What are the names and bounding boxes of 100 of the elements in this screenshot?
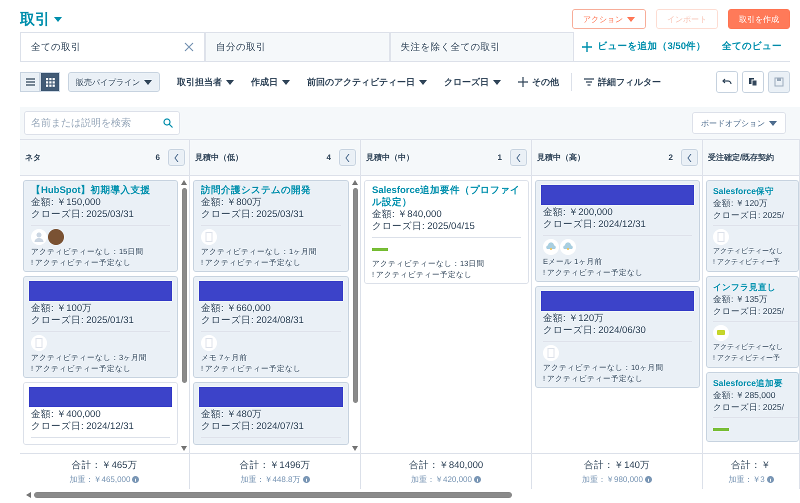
caret-icon [282, 80, 290, 84]
collapse-button[interactable] [681, 149, 698, 166]
column-name: 見積中（低） [195, 152, 244, 163]
document-icon [713, 229, 729, 245]
collapse-button[interactable] [510, 149, 527, 166]
more-filters-button[interactable]: その他 [518, 76, 559, 88]
grid-icon [46, 78, 54, 86]
close-date: クローズ日: 2025/ [713, 305, 784, 317]
scroll-down-arrow-icon [181, 446, 187, 451]
info-icon [302, 476, 310, 482]
undo-button[interactable] [716, 71, 738, 93]
deal-amount: 金額: ￥840,000 [372, 209, 442, 221]
caret-icon [627, 16, 635, 22]
deal-amount: 金額: ￥150,000 [31, 197, 101, 209]
scroll-up-arrow-icon [181, 180, 187, 185]
add-view-button[interactable]: ビューを追加（3/50件） [574, 32, 714, 61]
list-view-toggle[interactable] [20, 72, 40, 92]
filter-dropdown[interactable]: 取引担当者 [177, 76, 234, 88]
deal-amount: 金額: ￥800万 [201, 197, 262, 209]
chevron-left-icon [687, 154, 692, 162]
logo-icon [713, 325, 729, 341]
close-date: クローズ日: 2024/08/31 [201, 315, 304, 327]
undo-icon [722, 77, 732, 87]
deal-card[interactable]: 金額: ￥480万 クローズ日: 2024/07/31 [193, 382, 349, 445]
deal-card[interactable]: 金額: ￥400,000 クローズ日: 2024/12/31 [23, 382, 178, 445]
advanced-filter-button[interactable]: 詳細フィルター [584, 76, 661, 88]
weighted-total: 加重：￥420,000 [411, 474, 481, 484]
deal-count: 6 [156, 153, 160, 162]
column-total: 合計：￥1496万 [239, 458, 311, 472]
copy-button[interactable] [742, 71, 764, 93]
page-title[interactable]: 取引 [20, 10, 62, 28]
deal-amount: 金額: ￥200,000 [543, 207, 613, 219]
view-tab[interactable]: 失注を除く全ての取引 [390, 32, 574, 61]
weighted-total: 加重：￥980,000 [582, 474, 652, 484]
close-icon [184, 42, 194, 52]
filter-dropdown[interactable]: 作成日 [251, 76, 290, 88]
column-total: 合計：￥ [731, 458, 771, 472]
info-icon [766, 476, 774, 482]
close-date: クローズ日: 2025/ [713, 401, 784, 413]
view-tab[interactable]: 全ての取引 [20, 32, 205, 61]
deal-amount: 金額: ￥120万 [543, 313, 604, 325]
caret-icon [144, 80, 152, 84]
board-options-button[interactable]: ボードオプション [692, 112, 786, 134]
plus-icon [518, 77, 528, 87]
deal-amount: 金額: ￥100万 [31, 303, 92, 315]
list-icon [26, 78, 34, 86]
bar-logo-icon [713, 428, 729, 430]
board-view-toggle[interactable] [40, 72, 60, 92]
deal-count: 1 [498, 153, 502, 162]
photo-placeholder [48, 229, 64, 245]
chevron-left-icon [516, 154, 521, 162]
deal-amount: 金額: ￥120万 [713, 197, 768, 209]
person-avatar-icon [31, 229, 47, 245]
close-date: クローズ日: 2024/06/30 [543, 325, 646, 337]
column-total: 合計：￥840,000 [408, 458, 484, 472]
column-total: 合計：￥465万 [72, 458, 138, 472]
collapse-button[interactable] [339, 149, 356, 166]
close-date: クローズ日: 2025/ [713, 209, 784, 221]
scroll-left-arrow-icon [26, 492, 31, 498]
all-views-link[interactable]: 全てのビュー [714, 32, 790, 61]
view-tab[interactable]: 自分の取引 [204, 32, 390, 61]
pipeline-dropdown[interactable]: 販売パイプライン [68, 72, 160, 92]
column-total: 合計：￥140万 [584, 458, 650, 472]
caret-icon [493, 80, 501, 84]
info-icon [474, 476, 481, 482]
close-date: クローズ日: 2024/07/31 [201, 421, 304, 433]
filter-dropdown[interactable]: クローズ日 [444, 76, 501, 88]
column-name: 受注確定/既存契約 [708, 152, 776, 163]
scroll-up-arrow-icon [352, 180, 358, 185]
deal-card[interactable]: Salesforce追加要 金額: ￥285,000 クローズ日: 2025/ [706, 372, 799, 442]
weighted-total: 加重：￥448.8万 [240, 474, 310, 484]
collapse-button[interactable] [168, 149, 185, 166]
document-icon [201, 229, 217, 245]
document-icon [201, 335, 217, 351]
save-icon [774, 77, 784, 87]
caret-icon [226, 80, 234, 84]
close-date: クローズ日: 2025/04/15 [372, 221, 475, 233]
deal-title[interactable]: Salesforce追加要件（プロファイル設定） [372, 185, 521, 209]
column-name: 見積中（高） [537, 152, 586, 163]
deal-amount: 金額: ￥660,000 [201, 303, 271, 315]
document-icon [31, 335, 47, 351]
bar-logo-icon [372, 248, 388, 250]
chevron-left-icon [174, 154, 179, 162]
filter-icon [584, 77, 594, 87]
search-field[interactable]: 名前または説明を検索 [24, 111, 180, 135]
cloud-icon [560, 239, 576, 255]
cloud-icon [543, 239, 559, 255]
vertical-scrollbar[interactable] [181, 180, 187, 453]
deal-amount: 金額: ￥400,000 [31, 409, 101, 421]
filter-dropdown[interactable]: 前回のアクティビティー日 [307, 76, 427, 88]
vertical-scrollbar[interactable] [352, 180, 358, 453]
document-icon [543, 345, 559, 361]
close-date: クローズ日: 2024/12/31 [31, 421, 134, 433]
column-name: ネタ [25, 152, 42, 163]
info-icon [644, 476, 652, 482]
deal-amount: 金額: ￥285,000 [713, 389, 776, 401]
caret-icon [54, 16, 62, 22]
caret-icon [769, 120, 777, 126]
close-date: クローズ日: 2025/01/31 [31, 315, 134, 327]
plus-icon [582, 42, 592, 52]
